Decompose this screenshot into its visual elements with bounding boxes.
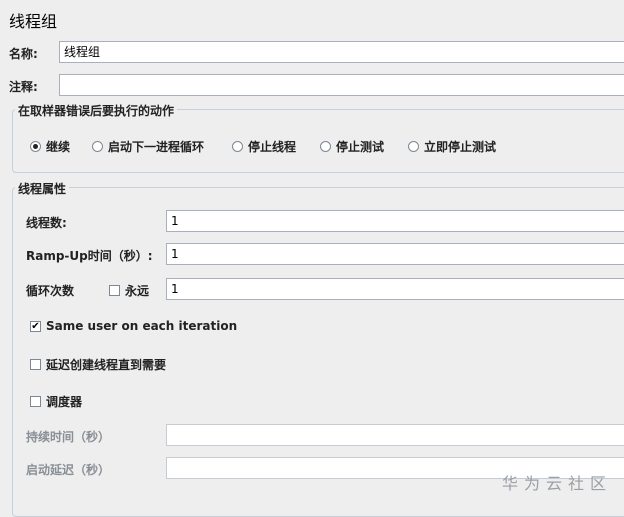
delay-create-label: 延迟创建线程直到需要 bbox=[46, 358, 167, 372]
loop-count-input[interactable]: 1 bbox=[166, 278, 624, 300]
startup-delay-label: 启动延迟（秒） bbox=[26, 463, 111, 477]
radio-label: 立即停止测试 bbox=[424, 140, 497, 154]
radio-label: 继续 bbox=[46, 140, 71, 154]
radio-icon bbox=[232, 141, 243, 152]
checkbox-icon bbox=[30, 396, 41, 407]
scheduler-checkbox[interactable]: 调度器 bbox=[30, 393, 82, 410]
radio-icon bbox=[92, 141, 103, 152]
thread-props-legend: 线程属性 bbox=[15, 180, 70, 197]
radio-icon bbox=[320, 141, 331, 152]
ramp-up-input[interactable]: 1 bbox=[166, 243, 624, 265]
same-user-checkbox[interactable]: ✔ Same user on each iteration bbox=[30, 319, 237, 333]
radio-start-next-loop[interactable]: 启动下一进程循环 bbox=[92, 138, 204, 155]
forever-checkbox[interactable]: 永远 bbox=[109, 282, 149, 299]
threads-label: 线程数: bbox=[26, 216, 67, 230]
radio-selected-icon bbox=[30, 141, 41, 152]
radio-icon bbox=[408, 141, 419, 152]
radio-stop-thread[interactable]: 停止线程 bbox=[232, 138, 296, 155]
comment-label: 注释: bbox=[9, 80, 38, 94]
checkbox-icon bbox=[30, 359, 41, 370]
radio-label: 启动下一进程循环 bbox=[108, 140, 205, 154]
duration-input[interactable] bbox=[166, 424, 624, 446]
radio-label: 停止线程 bbox=[248, 140, 297, 154]
name-input[interactable]: 线程组 bbox=[59, 41, 624, 63]
name-label: 名称: bbox=[9, 47, 38, 61]
same-user-label: Same user on each iteration bbox=[46, 319, 238, 333]
loop-label: 循环次数 bbox=[26, 284, 75, 298]
ramp-up-label: Ramp-Up时间（秒）: bbox=[26, 249, 153, 263]
page-title: 线程组 bbox=[9, 12, 58, 31]
comment-input[interactable] bbox=[59, 74, 624, 96]
delay-create-checkbox[interactable]: 延迟创建线程直到需要 bbox=[30, 356, 166, 373]
scheduler-label: 调度器 bbox=[46, 395, 83, 409]
watermark: 华为云社区 bbox=[501, 474, 612, 493]
checkbox-icon bbox=[109, 285, 120, 296]
radio-continue[interactable]: 继续 bbox=[30, 138, 70, 155]
on-error-legend: 在取样器错误后要执行的动作 bbox=[15, 102, 178, 119]
radio-label: 停止测试 bbox=[336, 140, 385, 154]
radio-stop-test[interactable]: 停止测试 bbox=[320, 138, 384, 155]
checkmark-icon: ✔ bbox=[30, 320, 41, 332]
forever-label: 永远 bbox=[125, 284, 150, 298]
duration-label: 持续时间（秒） bbox=[26, 430, 111, 444]
threads-input[interactable]: 1 bbox=[166, 210, 624, 232]
radio-stop-test-now[interactable]: 立即停止测试 bbox=[408, 138, 496, 155]
